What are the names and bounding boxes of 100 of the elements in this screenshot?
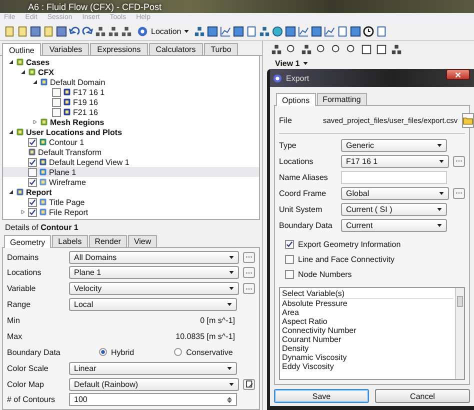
tree-row[interactable]: F19 16 (3, 97, 259, 107)
browse-button[interactable] (243, 267, 255, 278)
checkbox[interactable] (285, 240, 294, 248)
dropdown[interactable]: F17 16 1 (341, 154, 449, 168)
checkbox[interactable] (52, 108, 61, 116)
tree-row[interactable]: Mesh Regions (3, 117, 259, 127)
tree-row[interactable]: Plane 1 (3, 167, 259, 177)
tree-row[interactable]: Default Domain (3, 77, 259, 87)
tree-row[interactable]: Default Legend View 1 (3, 157, 259, 167)
tree-row[interactable]: User Locations and Plots (3, 127, 259, 137)
document-icon[interactable] (376, 44, 387, 54)
nodes-icon[interactable] (391, 44, 402, 54)
nodes-icon[interactable] (108, 26, 119, 36)
expanded-arrow-icon[interactable] (8, 60, 12, 64)
radio-button[interactable] (174, 348, 182, 356)
dropdown[interactable]: Current (341, 218, 447, 232)
tab[interactable]: Labels (52, 235, 88, 247)
list-item[interactable]: Connectivity Number (282, 326, 453, 335)
nodes-icon[interactable] (194, 26, 206, 36)
dropdown[interactable]: All Domains (69, 250, 239, 264)
dropdown[interactable]: Local (69, 298, 237, 312)
nodes-icon[interactable] (259, 26, 270, 36)
list-item[interactable]: Courant Number (282, 335, 453, 344)
tab[interactable]: Expressions (90, 43, 148, 55)
tab[interactable]: Calculators (148, 43, 203, 55)
nodes-icon[interactable] (95, 26, 106, 36)
tree-row[interactable]: Contour 1 (3, 137, 259, 147)
dropdown[interactable]: Global (341, 186, 449, 200)
nodes-icon[interactable] (301, 44, 312, 54)
chart-icon[interactable] (298, 26, 310, 36)
browse-button[interactable] (453, 156, 465, 166)
save-button[interactable]: Save (274, 389, 369, 403)
dropdown[interactable]: Velocity (69, 282, 239, 296)
expanded-arrow-icon[interactable] (20, 70, 24, 74)
tree-row[interactable]: File Report (3, 207, 259, 217)
view-selector[interactable]: View 1 (263, 57, 320, 69)
tree-row[interactable]: Default Transform (3, 147, 259, 157)
dropdown[interactable]: Default (Rainbow) (69, 378, 239, 390)
tab[interactable]: Geometry (4, 235, 52, 248)
checkbox[interactable] (28, 198, 37, 206)
list-item[interactable]: Aspect Ratio (282, 317, 453, 326)
radio-button[interactable] (99, 348, 107, 356)
tree-row[interactable]: Cases (3, 57, 259, 67)
checkbox[interactable] (28, 158, 37, 166)
tree-row[interactable]: CFX (3, 67, 259, 77)
dropdown[interactable]: Plane 1 (69, 266, 239, 280)
tree-row[interactable]: F21 16 (3, 107, 259, 117)
checkbox[interactable] (28, 178, 37, 186)
tree-row[interactable]: Wireframe (3, 177, 259, 187)
list-item[interactable]: Area (282, 308, 453, 317)
location-button[interactable]: Location (134, 24, 192, 38)
expanded-arrow-icon[interactable] (8, 190, 12, 194)
expanded-arrow-icon[interactable] (8, 130, 12, 134)
checkbox[interactable] (52, 98, 61, 106)
checkbox[interactable] (28, 168, 37, 176)
tree-row[interactable]: Title Page (3, 197, 259, 207)
list-item[interactable]: Absolute Pressure (282, 299, 453, 308)
cancel-button[interactable]: Cancel (375, 389, 470, 403)
clock-icon[interactable] (363, 26, 374, 36)
document-icon[interactable] (337, 26, 348, 36)
browse-button[interactable] (243, 283, 255, 294)
tab[interactable]: View (128, 235, 158, 247)
checkbox[interactable] (28, 138, 37, 146)
input-field[interactable] (341, 170, 447, 184)
expanded-arrow-icon[interactable] (32, 80, 36, 84)
document-icon[interactable] (246, 26, 258, 36)
tree-row[interactable]: F17 16 1 (3, 87, 259, 97)
undo-icon[interactable] (69, 26, 80, 36)
number-field[interactable]: 100 (69, 393, 237, 406)
tab[interactable]: Turbo (204, 43, 238, 55)
collapsed-arrow-icon[interactable] (20, 210, 24, 214)
checkbox[interactable] (28, 208, 37, 216)
close-button[interactable] (446, 69, 470, 80)
browse-button[interactable] (243, 252, 255, 262)
tab[interactable]: Options (276, 93, 316, 106)
tab[interactable]: Formatting (316, 93, 367, 105)
document-icon[interactable] (376, 26, 388, 36)
edit-button[interactable] (243, 378, 255, 390)
list-item[interactable]: Dynamic Viscosity (282, 353, 453, 362)
nodes-icon[interactable] (271, 44, 282, 54)
tab[interactable]: Outline (2, 43, 42, 56)
tree-row[interactable]: Report (3, 187, 259, 197)
dropdown[interactable]: Linear (69, 362, 237, 375)
tab[interactable]: Render (88, 235, 127, 247)
dropdown[interactable]: Current ( SI ) (341, 202, 447, 216)
browse-button[interactable] (453, 188, 465, 198)
checkbox[interactable] (285, 270, 294, 278)
checkbox[interactable] (285, 254, 294, 264)
redo-icon[interactable] (82, 26, 93, 36)
nodes-icon[interactable] (121, 26, 132, 36)
list-item[interactable]: Density (282, 344, 453, 353)
chart-icon[interactable] (220, 26, 232, 36)
scrollbar[interactable] (455, 288, 464, 379)
checkbox[interactable] (52, 88, 61, 96)
chart-icon[interactable] (324, 26, 336, 36)
dropdown[interactable]: Generic (341, 138, 447, 152)
collapsed-arrow-icon[interactable] (32, 120, 36, 124)
tab[interactable]: Variables (42, 43, 90, 55)
browse-button[interactable] (462, 112, 474, 128)
list-item[interactable]: Eddy Viscosity (282, 362, 453, 371)
